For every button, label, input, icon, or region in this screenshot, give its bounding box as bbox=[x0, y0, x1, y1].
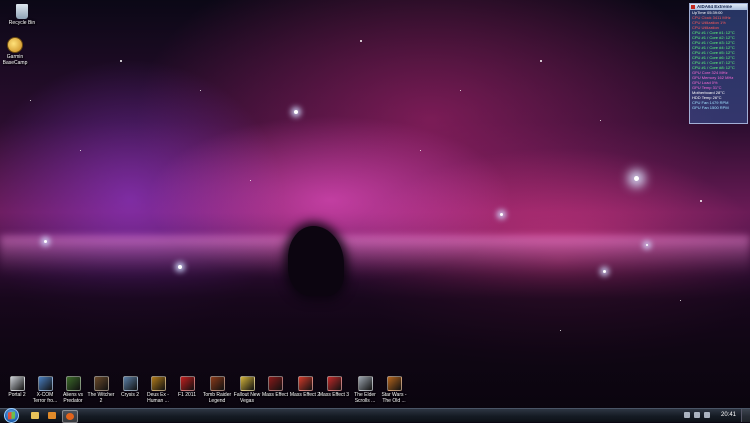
desktop-icon-game[interactable]: Mass Effect 3 bbox=[317, 376, 351, 398]
star bbox=[540, 60, 542, 62]
taskbar: 20:41 bbox=[0, 408, 750, 423]
desktop-icon-label: Recycle Bin bbox=[8, 20, 36, 26]
star bbox=[560, 330, 561, 331]
game-shortcut-icon bbox=[37, 376, 53, 391]
desktop-icon-game[interactable]: Star Wars - The Old ... bbox=[377, 376, 411, 404]
desktop-icon-basecamp[interactable]: Garmin BaseCamp bbox=[0, 37, 36, 66]
star bbox=[500, 213, 503, 216]
game-shortcut-icon bbox=[9, 376, 25, 391]
desktop-icon-label: Garmin BaseCamp bbox=[2, 54, 28, 66]
system-tray bbox=[684, 412, 710, 418]
taskbar-firefox-button[interactable] bbox=[62, 410, 78, 423]
game-shortcut-icon bbox=[209, 376, 225, 391]
network-icon[interactable] bbox=[694, 412, 700, 418]
star bbox=[603, 270, 606, 273]
game-shortcut-icon bbox=[239, 376, 255, 391]
star bbox=[178, 265, 182, 269]
desktop-icon-label: Tomb Raider Legend bbox=[202, 392, 232, 404]
game-shortcut-icon bbox=[297, 376, 313, 391]
star bbox=[420, 150, 421, 151]
tray-arrow-icon[interactable] bbox=[684, 412, 690, 418]
desktop-icon-game[interactable]: Tomb Raider Legend bbox=[200, 376, 234, 404]
star bbox=[360, 40, 362, 42]
desktop-icon-label: Mass Effect bbox=[261, 392, 289, 398]
star bbox=[680, 300, 681, 301]
star bbox=[646, 244, 648, 246]
desktop-icon-label: Mass Effect 3 bbox=[318, 392, 350, 398]
star bbox=[460, 90, 461, 91]
sensor-panel-title: AIDA64 Extreme bbox=[690, 4, 747, 10]
star bbox=[200, 90, 201, 91]
desktop-icon-game[interactable]: F1 2011 bbox=[170, 376, 204, 398]
game-shortcut-icon bbox=[357, 376, 373, 391]
recycle-bin-icon bbox=[16, 4, 28, 19]
volume-icon[interactable] bbox=[704, 412, 710, 418]
star bbox=[294, 110, 298, 114]
game-shortcut-icon bbox=[386, 376, 402, 391]
aida64-sensor-panel[interactable]: AIDA64 Extreme UpTime 05:39:00 CPU Clock … bbox=[689, 3, 748, 124]
media-player-icon bbox=[48, 412, 56, 419]
star bbox=[700, 200, 702, 202]
star bbox=[120, 60, 122, 62]
taskbar-media-player-button[interactable] bbox=[45, 410, 59, 421]
game-shortcut-icon bbox=[93, 376, 109, 391]
desktop-icon-label: Star Wars - The Old ... bbox=[381, 392, 407, 404]
game-shortcut-icon bbox=[179, 376, 195, 391]
star bbox=[80, 150, 81, 151]
basecamp-icon bbox=[7, 37, 23, 53]
star bbox=[30, 100, 31, 101]
sensor-row: GPU Fan 1500 RPM bbox=[692, 105, 729, 110]
aida64-logo-icon bbox=[691, 5, 695, 9]
star bbox=[634, 176, 639, 181]
desktop-icon-game[interactable]: Mass Effect bbox=[258, 376, 292, 398]
star bbox=[44, 240, 47, 243]
sensor-rows: UpTime 05:39:00 CPU Clock 3411 MHz CPU Uti… bbox=[690, 10, 747, 110]
windows-logo-icon bbox=[8, 411, 15, 420]
show-desktop-button[interactable] bbox=[741, 409, 750, 422]
firefox-icon bbox=[66, 413, 74, 420]
explorer-folder-icon bbox=[31, 412, 39, 419]
desktop-icon-recycle-bin[interactable]: Recycle Bin bbox=[1, 4, 43, 26]
taskbar-explorer-button[interactable] bbox=[28, 410, 42, 421]
taskbar-clock[interactable]: 20:41 bbox=[721, 411, 736, 420]
game-shortcut-icon bbox=[65, 376, 81, 391]
game-shortcut-icon bbox=[326, 376, 342, 391]
star bbox=[600, 120, 601, 121]
desktop-icon-label: F1 2011 bbox=[178, 392, 196, 398]
game-shortcut-icon bbox=[122, 376, 138, 391]
star bbox=[250, 180, 251, 181]
desktop-wallpaper bbox=[0, 0, 750, 408]
game-shortcut-icon bbox=[150, 376, 166, 391]
game-shortcut-icon bbox=[267, 376, 283, 391]
